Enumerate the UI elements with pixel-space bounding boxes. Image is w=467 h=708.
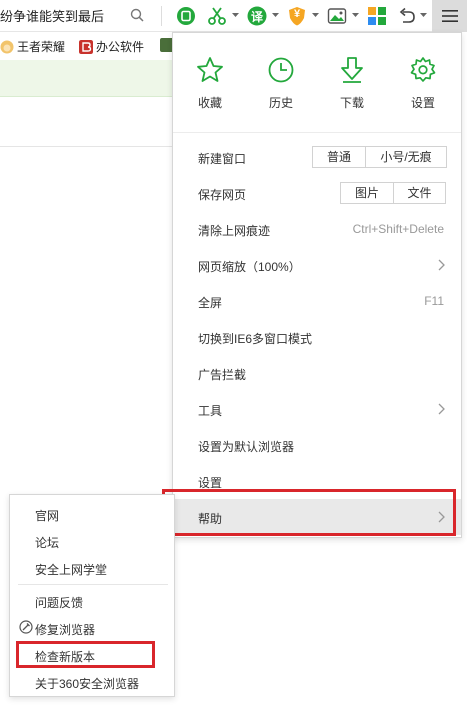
ie6-mode-label: 切换到IE6多窗口模式 (198, 332, 313, 346)
settings-label: 设置 (410, 96, 435, 110)
save-page-options: 图片 文件 (340, 182, 446, 204)
money-caret-icon[interactable] (312, 12, 319, 18)
submenu-label: 安全上网学堂 (35, 563, 108, 577)
default-browser-label: 设置为默认浏览器 (198, 440, 295, 454)
submenu-item-safety-school[interactable]: 安全上网学堂 (10, 555, 174, 581)
translate-icon[interactable]: 译 (246, 5, 268, 27)
gear-icon (410, 57, 436, 82)
scissors-icon[interactable] (206, 5, 228, 27)
save-as-image-button[interactable]: 图片 (341, 183, 393, 203)
shield-app-icon[interactable] (175, 5, 197, 27)
favorites-label: 收藏 (197, 96, 222, 110)
bookmark-label: 办公软件 (96, 40, 145, 54)
download-icon (341, 57, 363, 83)
clock-icon (268, 57, 294, 83)
menu-icon (441, 10, 458, 22)
submenu-item-feedback[interactable]: 问题反馈 (10, 588, 174, 614)
clear-history-label: 清除上网痕迹 (198, 224, 271, 238)
submenu-label: 关于360安全浏览器 (35, 677, 140, 691)
bookmark-office[interactable]: 办公软件 (79, 38, 144, 55)
page-divider (0, 146, 175, 147)
repair-icon (19, 620, 33, 634)
fullscreen-shortcut: F11 (424, 294, 444, 308)
fullscreen-label: 全屏 (198, 296, 223, 310)
submenu-label: 官网 (35, 509, 60, 523)
game-avatar-icon (0, 40, 14, 53)
submenu-divider (18, 584, 168, 585)
submenu-item-about[interactable]: 关于360安全浏览器 (10, 669, 174, 695)
history-button[interactable]: 历史 (251, 55, 311, 111)
menu-item-ad-block[interactable]: 广告拦截 (173, 355, 461, 391)
main-dropdown-menu: 收藏 历史 下载 设置 新建窗口 普通 小号/无痕 保存网页 图片 文件 清除上… (172, 32, 462, 538)
money-shield-icon[interactable]: ¥ (286, 5, 308, 27)
new-window-incognito-button[interactable]: 小号/无痕 (365, 147, 446, 167)
help-highlight-box (162, 489, 456, 536)
settings-button[interactable]: 设置 (393, 55, 453, 111)
submenu-label: 问题反馈 (35, 596, 84, 610)
submenu-item-official-site[interactable]: 官网 (10, 501, 174, 527)
downloads-button[interactable]: 下载 (322, 55, 382, 111)
toolbar-divider (161, 6, 162, 26)
submenu-label: 论坛 (35, 536, 60, 550)
quick-actions: 收藏 历史 下载 设置 (173, 33, 461, 133)
menu-button[interactable] (432, 0, 467, 32)
favorites-button[interactable]: 收藏 (180, 55, 240, 111)
menu-item-tools[interactable]: 工具 (173, 391, 461, 427)
check-update-highlight-box (16, 641, 155, 668)
menu-item-default-browser[interactable]: 设置为默认浏览器 (173, 427, 461, 463)
money-glyph: ¥ (293, 8, 301, 20)
toolbar: 纷争谁能笑到最后 译 ¥ (0, 0, 467, 32)
downloads-label: 下载 (339, 96, 364, 110)
zoom-label: 网页缩放（100%） (198, 260, 301, 274)
page-notice-strip (0, 60, 175, 97)
menu-item-ie6-mode[interactable]: 切换到IE6多窗口模式 (173, 319, 461, 355)
undo-icon[interactable] (396, 5, 418, 27)
chevron-right-icon (438, 259, 445, 271)
translate-glyph: 译 (250, 10, 263, 24)
menu-item-clear-history[interactable]: 清除上网痕迹 Ctrl+Shift+Delete (173, 211, 461, 247)
menu-item-new-window: 新建窗口 普通 小号/无痕 (173, 139, 461, 175)
clear-history-shortcut: Ctrl+Shift+Delete (352, 222, 444, 236)
new-window-normal-button[interactable]: 普通 (313, 147, 365, 167)
apps-grid-icon[interactable] (366, 5, 388, 27)
menu-item-fullscreen[interactable]: 全屏 F11 (173, 283, 461, 319)
bookmark-wangzhe[interactable]: 王者荣耀 (0, 38, 65, 55)
save-page-label: 保存网页 (198, 188, 247, 202)
new-window-label: 新建窗口 (198, 152, 247, 166)
submenu-item-repair[interactable]: 修复浏览器 (10, 615, 174, 641)
history-label: 历史 (268, 96, 293, 110)
menu-item-save-page: 保存网页 图片 文件 (173, 175, 461, 211)
new-window-options: 普通 小号/无痕 (312, 146, 447, 168)
submenu-item-forum[interactable]: 论坛 (10, 528, 174, 554)
submenu-label: 修复浏览器 (35, 623, 96, 637)
image-caret-icon[interactable] (352, 12, 359, 18)
image-icon[interactable] (326, 5, 348, 27)
save-as-file-button[interactable]: 文件 (393, 183, 445, 203)
ad-block-label: 广告拦截 (198, 368, 247, 382)
undo-caret-icon[interactable] (420, 12, 427, 18)
tools-label: 工具 (198, 404, 223, 418)
search-icon[interactable] (129, 7, 145, 23)
star-icon (197, 57, 223, 82)
translate-caret-icon[interactable] (272, 12, 279, 18)
bookmark-label: 王者荣耀 (17, 40, 66, 54)
address-bar-text[interactable]: 纷争谁能笑到最后 (0, 6, 104, 25)
office-logo-icon (79, 39, 93, 54)
scissors-caret-icon[interactable] (232, 12, 239, 18)
chevron-right-icon (438, 403, 445, 415)
menu-item-zoom[interactable]: 网页缩放（100%） (173, 247, 461, 283)
